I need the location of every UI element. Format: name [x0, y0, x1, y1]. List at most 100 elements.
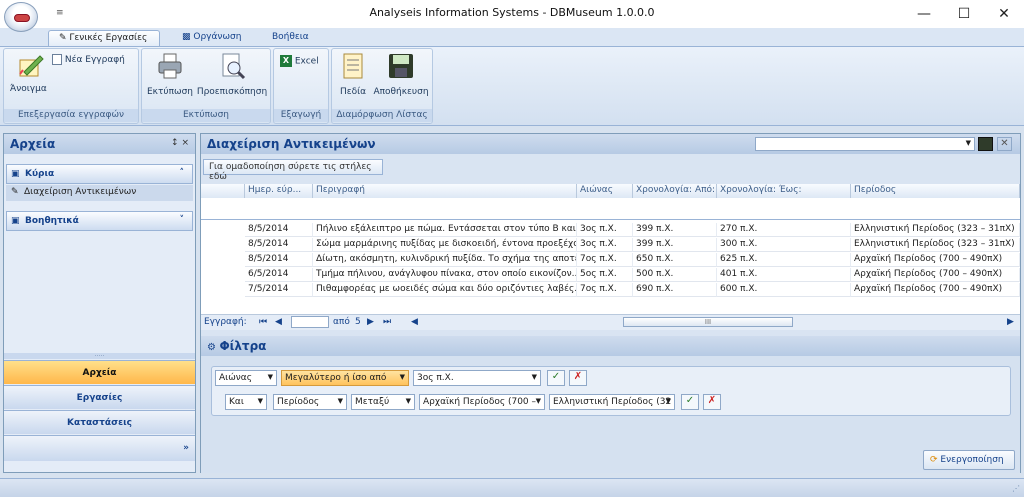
tab-home-icon: ✎	[59, 33, 70, 43]
filter-field-1[interactable]: Αιώνας ▼	[215, 370, 277, 386]
dropdown-arrow-icon: ▼	[965, 139, 971, 147]
cell-date-from: 650 π.Χ.	[633, 253, 717, 267]
fields-button[interactable]: Πεδία	[338, 52, 368, 97]
scroll-left-icon[interactable]: ◀	[411, 317, 418, 327]
first-record-icon[interactable]: ⏮	[259, 317, 267, 327]
scroll-right-icon[interactable]: ▶	[1007, 317, 1014, 327]
maximize-button[interactable]: ☐	[944, 0, 984, 28]
filter-row[interactable]	[201, 198, 1020, 220]
cell-date-from: 399 π.Χ.	[633, 238, 717, 252]
new-record-icon	[52, 54, 62, 65]
tab-general-tasks[interactable]: ✎ Γενικές Εργασίες	[48, 30, 160, 46]
cell-description: Πιθαμφορέας με ωοειδές σώμα και δύο οριζ…	[313, 283, 577, 297]
cell-date-from: 690 π.Χ.	[633, 283, 717, 297]
open-edit-icon	[19, 55, 44, 77]
cell-century: 7ος π.Χ.	[577, 253, 633, 267]
dropdown-arrow-icon: ▼	[531, 373, 537, 381]
filter-field-2[interactable]: Περίοδος ▼	[273, 394, 347, 410]
dropdown-arrow-icon: ▼	[267, 373, 273, 381]
table-row[interactable]: 8/5/2014 Πήλινο εξάλειπτρο με πώμα. Εντάσ…	[201, 223, 1020, 238]
cell-date-to: 300 π.Χ.	[717, 238, 851, 252]
cell-description: Σώμα μαρμάρινης πυξίδας με δισκοειδή, έν…	[313, 238, 577, 252]
application-menu-button[interactable]	[4, 2, 38, 32]
cell-date-to: 401 π.Χ.	[717, 268, 851, 282]
column-header-date-from[interactable]: Χρονολογία: Από:	[633, 184, 717, 198]
add-filter-icon[interactable]: ✓	[681, 394, 699, 410]
filter-value-2a[interactable]: Αρχαϊκή Περίοδος (700 – ▼	[419, 394, 545, 410]
cell-date-from: 399 π.Χ.	[633, 223, 717, 237]
floppy-save-icon	[389, 54, 413, 78]
activate-button[interactable]: ⟳ Ενεργοποίηση	[923, 450, 1015, 470]
excel-icon: X	[280, 55, 292, 67]
remove-filter-icon[interactable]: ✗	[703, 394, 721, 410]
table-row[interactable]: 8/5/2014 Δίωτη, ακόσμητη, κυλινδρική πυξί…	[201, 253, 1020, 268]
cell-period: Ελληνιστική Περίοδος (323 – 31πΧ)	[851, 223, 1020, 237]
nav-button-archives[interactable]: Αρχεία	[4, 360, 195, 384]
column-header-period[interactable]: Περίοδος	[851, 184, 1020, 198]
remove-filter-icon[interactable]: ✗	[569, 370, 587, 386]
record-navigator: Εγγραφή: ⏮ ◀ από 5 ▶ ⏭ ◀ III ▶	[201, 314, 1020, 330]
pin-close-icon[interactable]: ↕ ×	[171, 138, 189, 148]
table-row[interactable]: 6/5/2014 Τμήμα πήλινου, ανάγλυφου πίνακα,…	[201, 268, 1020, 283]
nav-splitter[interactable]: .....	[4, 352, 195, 359]
add-filter-icon[interactable]: ✓	[547, 370, 565, 386]
next-record-icon[interactable]: ▶	[367, 317, 374, 327]
layout-selector[interactable]: ▼	[755, 137, 975, 151]
record-number-input[interactable]	[291, 316, 329, 328]
print-preview-button[interactable]: Προεπισκόπηση	[196, 52, 268, 97]
nav-button-reports[interactable]: Καταστάσεις	[4, 410, 195, 434]
chevron-up-icon: ˄	[179, 168, 185, 178]
tab-organization[interactable]: ▩ Οργάνωση	[172, 30, 251, 46]
cell-description: Δίωτη, ακόσμητη, κυλινδρική πυξίδα. Το σ…	[313, 253, 577, 267]
dropdown-arrow-icon: ▼	[257, 397, 263, 405]
save-layout-button[interactable]: Αποθήκευση	[372, 52, 430, 97]
previous-record-icon[interactable]: ◀	[275, 317, 282, 327]
filter-operator-1[interactable]: Μεγαλύτερο ή ίσο από ▼	[281, 370, 409, 386]
close-window-button[interactable]: ✕	[984, 0, 1024, 28]
nav-button-tasks[interactable]: Εργασίες	[4, 385, 195, 409]
filter-value-2b[interactable]: Ελληνιστική Περίοδος (32 ▼	[549, 394, 675, 410]
navigation-pane: Αρχεία ↕ × ▣ Κύρια ˄ ✎ Διαχείριση Αντικειμέ…	[3, 133, 196, 473]
column-header-date[interactable]: Ημερ. εύρ...	[245, 184, 313, 198]
group-by-area[interactable]: Για ομαδοποίηση σύρετε τις στήλες εδώ	[203, 159, 383, 182]
navigation-pane-header: Αρχεία ↕ ×	[4, 134, 195, 154]
resize-grip-icon[interactable]: ⋰	[1012, 484, 1020, 493]
table-row[interactable]: 7/5/2014 Πιθαμφορέας με ωοειδές σώμα και …	[201, 283, 1020, 298]
filter-conjunction[interactable]: Και ▼	[225, 394, 267, 410]
nav-item-object-management[interactable]: ✎ Διαχείριση Αντικειμένων	[6, 185, 193, 201]
cell-date-from: 500 π.Χ.	[633, 268, 717, 282]
record-total: 5	[355, 317, 361, 327]
filter-operator-2[interactable]: Μεταξύ ▼	[351, 394, 415, 410]
tab-help[interactable]: Βοήθεια	[262, 30, 319, 46]
horizontal-scrollbar-thumb[interactable]: III	[623, 317, 793, 327]
table-row[interactable]: 8/5/2014 Σώμα μαρμάρινης πυξίδας με δισκο…	[201, 238, 1020, 253]
main-pane: Διαχείριση Αντικειμένων ▼ ✕ Για ομαδοποί…	[200, 133, 1021, 473]
cell-century: 3ος π.Χ.	[577, 238, 633, 252]
minimize-button[interactable]: —	[904, 0, 944, 28]
cell-period: Ελληνιστική Περίοδος (323 – 31πΧ)	[851, 238, 1020, 252]
cell-period: Αρχαϊκή Περίοδος (700 – 490πΧ)	[851, 268, 1020, 282]
nav-more-button[interactable]: »	[4, 435, 195, 461]
tab-organization-icon: ▩	[182, 32, 194, 42]
close-layout-icon[interactable]: ✕	[997, 137, 1012, 151]
dropdown-arrow-icon: ▼	[405, 397, 411, 405]
print-button[interactable]: Εκτύπωση	[145, 52, 195, 97]
cell-date-to: 270 π.Χ.	[717, 223, 851, 237]
nav-group-aux[interactable]: ▣ Βοηθητικά ˅	[6, 211, 193, 231]
filters-panel: ⚙ Φίλτρα Αιώνας ▼ Μεγαλύτερο ή ίσο από ▼ 3…	[201, 336, 1020, 473]
records-grid: Για ομαδοποίηση σύρετε τις στήλες εδώ Ημ…	[201, 154, 1020, 337]
filter-icon: ⚙	[207, 342, 220, 353]
last-record-icon[interactable]: ⏭	[383, 317, 391, 327]
row-indicator-header	[201, 184, 245, 198]
save-layout-icon[interactable]	[978, 137, 993, 151]
filter-value-1[interactable]: 3ος π.Χ. ▼	[413, 370, 541, 386]
column-header-century[interactable]: Αιώνας	[577, 184, 633, 198]
open-button[interactable]: Άνοιγμα	[8, 52, 52, 94]
nav-group-main[interactable]: ▣ Κύρια ˄	[6, 164, 193, 184]
new-record-button[interactable]: Νέα Εγγραφή	[52, 54, 125, 65]
cell-period: Αρχαϊκή Περίοδος (700 – 490πΧ)	[851, 253, 1020, 267]
column-header-date-to[interactable]: Χρονολογία: Έως:	[717, 184, 851, 198]
column-header-description[interactable]: Περιγραφή	[313, 184, 577, 198]
export-excel-button[interactable]: X Excel	[280, 55, 319, 67]
cell-date-to: 600 π.Χ.	[717, 283, 851, 297]
